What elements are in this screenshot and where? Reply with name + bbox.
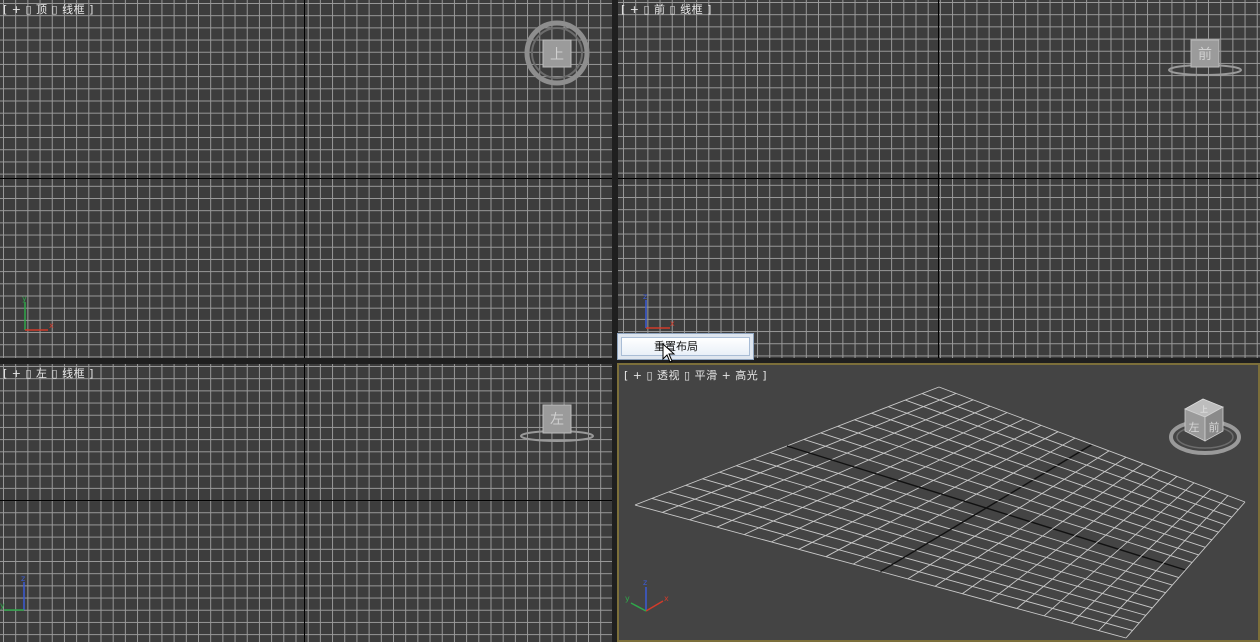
- axis-label-z: z: [643, 578, 647, 587]
- axis-tripod-left: z y: [0, 574, 25, 611]
- menu-item-reset-layout[interactable]: 重置布局: [621, 337, 750, 356]
- axis-label-y: y: [22, 294, 27, 303]
- viewport-perspective[interactable]: [ + ▯ 透视 ▯ 平滑 + 高光 ] 左 前 上 z x y: [617, 363, 1260, 642]
- viewport-front[interactable]: [ + ▯ 前 ▯ 线框 ] 前 z x: [618, 0, 1260, 358]
- axis-label-z: z: [643, 292, 647, 301]
- viewport-left[interactable]: [ + ▯ 左 ▯ 线框 ] 左 z y: [0, 364, 612, 642]
- axis-label-z: z: [21, 574, 25, 583]
- axis-tripod-front: z x: [643, 292, 675, 329]
- axis-label-x: x: [664, 594, 669, 603]
- axis-tripod-perspective: z x y: [625, 578, 669, 612]
- axis-tripod-top: y x: [22, 294, 54, 331]
- axis-label-x: x: [49, 321, 54, 330]
- context-menu: 重置布局: [617, 333, 754, 360]
- axis-label-x: x: [670, 319, 675, 328]
- axis-label-y: y: [625, 594, 630, 603]
- arrow-cursor-icon: [662, 343, 676, 363]
- viewport-top[interactable]: [ + ▯ 顶 ▯ 线框 ] 上 y x: [0, 0, 612, 358]
- axis-label-y: y: [0, 601, 5, 610]
